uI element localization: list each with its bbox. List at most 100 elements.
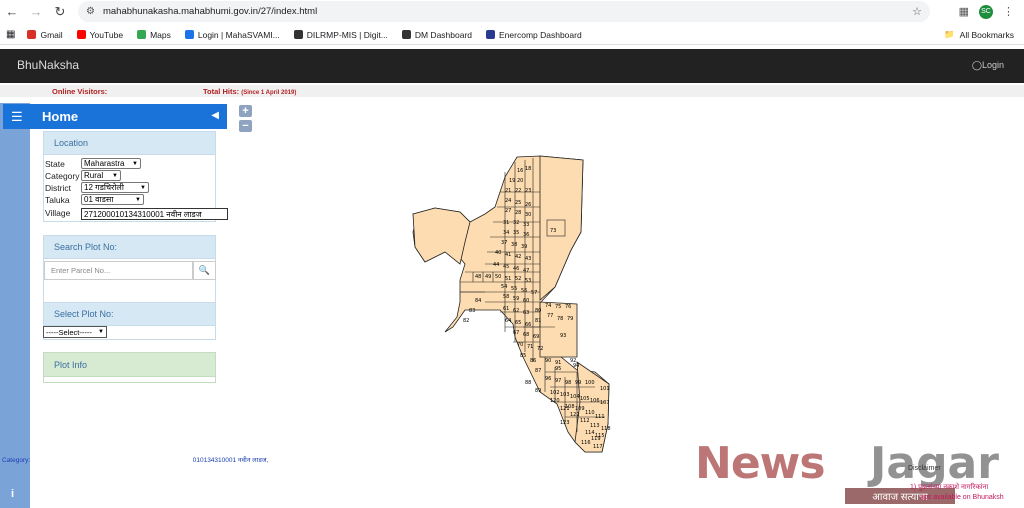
bookmark-item[interactable]: Maps — [137, 30, 171, 40]
map-parcel-label[interactable]: 36 — [523, 232, 529, 238]
map-parcel-label[interactable]: 49 — [485, 274, 491, 280]
taluka-select[interactable]: 01 वाडसा ▼ — [81, 194, 144, 205]
map-parcel-label[interactable]: 55 — [511, 286, 517, 292]
map-parcel-label[interactable]: 86 — [530, 358, 536, 364]
map-parcel-label[interactable]: 107 — [600, 400, 610, 406]
village-map[interactable]: 16 182019 21 22 23 24 25 26 27 28 30 31 32 33 34 35 36 37… — [405, 152, 620, 460]
map-parcel-label[interactable]: 121 — [560, 406, 570, 412]
collapse-arrow-icon[interactable]: ◀ — [211, 110, 219, 121]
map-parcel-label[interactable]: 22 — [515, 188, 521, 194]
map-parcel-label[interactable]: 50 — [495, 274, 501, 280]
map-parcel-label[interactable]: 123 — [560, 420, 570, 426]
map-parcel-label[interactable]: 104 — [570, 394, 580, 400]
map-parcel-label[interactable]: 38 — [511, 242, 517, 248]
map-parcel-label[interactable]: 96 — [545, 376, 551, 382]
map-parcel-label[interactable]: 28 — [515, 210, 521, 216]
map-parcel-label[interactable]: 54 — [501, 284, 507, 290]
map-parcel-label[interactable]: 35 — [513, 230, 519, 236]
bookmark-item[interactable]: DILRMP-MIS | Digit... — [293, 30, 388, 40]
village-select[interactable]: 271200010134310001 नवीन लाडज — [81, 208, 228, 220]
bookmark-item[interactable]: DM Dashboard — [401, 30, 472, 40]
map-parcel-label[interactable]: 95 — [555, 366, 561, 372]
map-parcel-label[interactable]: 40 — [495, 250, 501, 256]
address-bar[interactable]: ⚙ mahabhunakasha.mahabhumi.gov.in/27/ind… — [78, 1, 930, 22]
extensions-icon[interactable]: ▦ — [959, 5, 969, 18]
bookmark-item[interactable]: Enercomp Dashboard — [486, 30, 582, 40]
map-parcel-label[interactable]: 65 — [515, 320, 521, 326]
map-parcel-label[interactable]: 47 — [523, 268, 529, 274]
all-bookmarks-button[interactable]: 📁 All Bookmarks — [944, 29, 1014, 40]
map-parcel-label[interactable]: 16 — [517, 168, 523, 174]
plot-select[interactable]: -----Select----- ▼ — [43, 326, 107, 338]
apps-icon[interactable]: ▦ — [6, 29, 15, 40]
map-parcel-label[interactable]: 41 — [505, 252, 511, 258]
parcel-search-input[interactable]: Enter Parcel No... — [44, 261, 193, 280]
map-parcel-label[interactable]: 83 — [469, 308, 475, 314]
map-parcel-label[interactable]: 116 — [581, 440, 591, 446]
map-parcel-label[interactable]: 64 — [505, 318, 511, 324]
map-parcel-label[interactable]: 52 — [515, 276, 521, 282]
map-parcel-label[interactable]: 75 — [555, 304, 561, 310]
map-parcel-label[interactable]: 42 — [515, 254, 521, 260]
map-parcel-label[interactable]: 45 — [503, 264, 509, 270]
map-parcel-label[interactable]: 76 — [565, 304, 571, 310]
state-select[interactable]: Maharastra ▼ — [81, 158, 141, 169]
map-parcel-label[interactable]: 94 — [573, 363, 579, 369]
map-parcel-label[interactable]: 84 — [475, 298, 481, 304]
bookmark-item[interactable]: Gmail — [27, 30, 63, 40]
district-select[interactable]: 12 गडचिरोली ▼ — [81, 182, 149, 193]
site-info-icon[interactable]: ⚙ — [86, 6, 95, 17]
map-parcel-label[interactable]: 113 — [590, 423, 600, 429]
map-parcel-label[interactable]: 67 — [513, 330, 519, 336]
map-parcel-label[interactable]: 51 — [505, 276, 511, 282]
map-parcel-label[interactable]: 85 — [520, 353, 526, 359]
hamburger-icon[interactable]: ☰ — [11, 109, 23, 125]
map-parcel-label[interactable]: 32 — [513, 220, 519, 226]
map-parcel-label[interactable]: 66 — [525, 322, 531, 328]
map-parcel-label[interactable]: 99 — [575, 380, 581, 386]
map-parcel-label[interactable]: 56 — [521, 288, 527, 294]
category-select[interactable]: Rural ▼ — [81, 170, 121, 181]
reload-icon[interactable]: ↻ — [48, 0, 72, 23]
map-parcel-label[interactable]: 79 — [567, 316, 573, 322]
map-parcel-label[interactable]: 63 — [523, 310, 529, 316]
map-parcel-label[interactable]: 25 — [515, 200, 521, 206]
map-parcel-label[interactable]: 34 — [503, 230, 509, 236]
map-parcel-label[interactable]: 97 — [555, 378, 561, 384]
map-parcel-label[interactable]: 105 — [580, 396, 590, 402]
map-parcel-label[interactable]: 112 — [580, 418, 590, 424]
profile-avatar[interactable]: SC — [979, 4, 993, 19]
map-parcel-label[interactable]: 80 — [535, 308, 541, 314]
map-parcel-label[interactable]: 19 — [509, 178, 515, 184]
back-icon[interactable]: ← — [0, 0, 24, 23]
map-parcel-label[interactable]: 62 — [513, 308, 519, 314]
map-parcel-label[interactable]: 31 — [503, 220, 509, 226]
map-parcel-label[interactable]: 21 — [505, 188, 511, 194]
map-parcel-label[interactable]: 37 — [501, 240, 507, 246]
login-link[interactable]: ◯Login — [972, 60, 1004, 71]
map-parcel-label[interactable]: 110 — [585, 410, 595, 416]
map-parcel-label[interactable]: 20 — [517, 178, 523, 184]
zoom-out-button[interactable]: − — [239, 120, 252, 132]
bookmark-item[interactable]: Login | MahaSVAMI... — [184, 30, 280, 40]
map-parcel-label[interactable]: 102 — [550, 390, 560, 396]
map-parcel-label[interactable]: 87 — [535, 368, 541, 374]
bookmark-item[interactable]: YouTube — [76, 30, 123, 40]
map-parcel-label[interactable]: 68 — [523, 332, 529, 338]
map-parcel-label[interactable]: 53 — [525, 278, 531, 284]
map-parcel-label[interactable]: 59 — [513, 296, 519, 302]
map-parcel-label[interactable]: 71 — [527, 344, 533, 350]
map-parcel-label[interactable]: 120 — [550, 398, 560, 404]
map-parcel-label[interactable]: 119 — [591, 436, 601, 442]
map-parcel-label[interactable]: 27 — [505, 208, 511, 214]
map-parcel-label[interactable]: 82 — [463, 318, 469, 324]
map-parcel-label[interactable]: 70 — [517, 342, 523, 348]
map-parcel-label[interactable]: 61 — [503, 306, 509, 312]
map-parcel-label[interactable]: 74 — [545, 303, 551, 309]
map-parcel-label[interactable]: 30 — [525, 212, 531, 218]
map-parcel-label[interactable]: 90 — [545, 358, 551, 364]
map-parcel-label[interactable]: 111 — [595, 414, 605, 420]
map-parcel-label[interactable]: 78 — [557, 316, 563, 322]
map-parcel-label[interactable]: 100 — [585, 380, 595, 386]
map-parcel-label[interactable]: 101 — [600, 386, 610, 392]
